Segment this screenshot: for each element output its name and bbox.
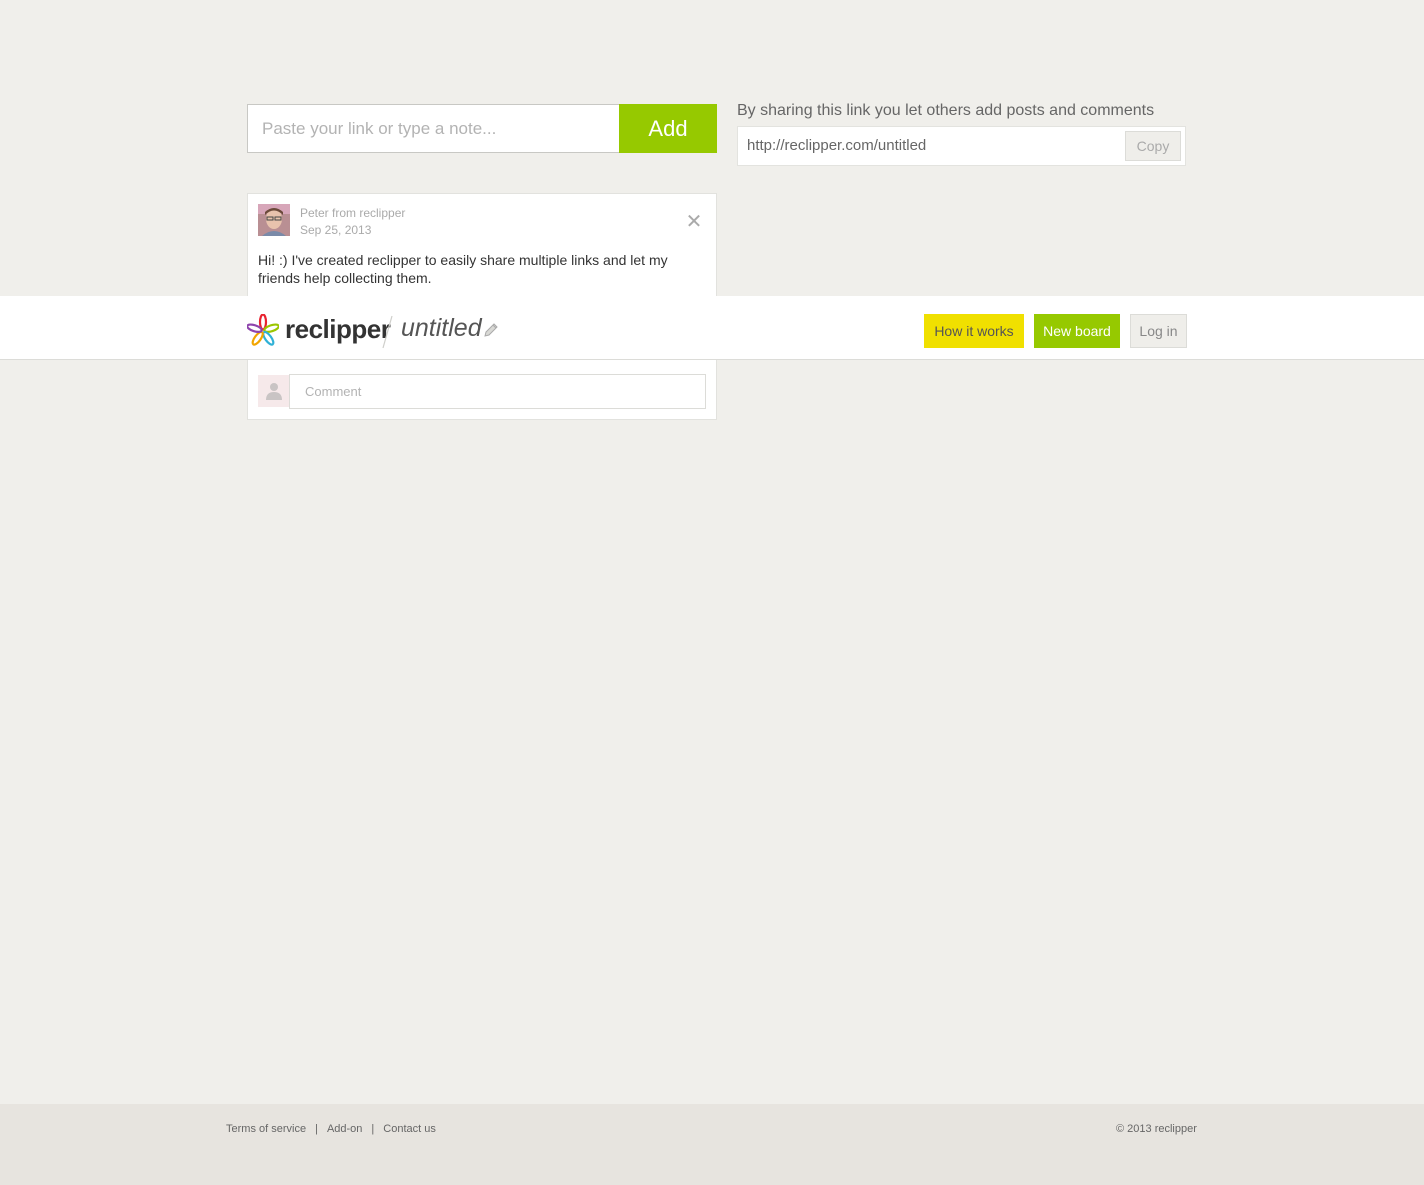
- footer-separator: |: [371, 1123, 375, 1135]
- footer-links: Terms of service | Add-on | Contact us: [226, 1123, 436, 1135]
- comment-input[interactable]: [289, 374, 706, 409]
- pencil-icon[interactable]: [483, 322, 499, 338]
- add-button[interactable]: Add: [619, 104, 717, 153]
- top-bar: [0, 296, 1424, 360]
- copy-button[interactable]: Copy: [1125, 131, 1181, 161]
- close-icon[interactable]: ✕: [685, 212, 703, 232]
- user-placeholder-icon: [258, 375, 290, 407]
- reclipper-logo-icon[interactable]: [246, 313, 280, 346]
- board-title[interactable]: untitled: [401, 314, 482, 343]
- breadcrumb-divider: [380, 314, 394, 350]
- share-url[interactable]: http://reclipper.com/untitled: [747, 137, 926, 154]
- copyright: © 2013 reclipper: [1116, 1123, 1197, 1135]
- post-body: Hi! :) I've created reclipper to easily …: [258, 252, 668, 286]
- footer-separator: |: [315, 1123, 318, 1135]
- contact-link[interactable]: Contact us: [383, 1123, 436, 1135]
- share-description: By sharing this link you let others add …: [737, 102, 1155, 119]
- new-board-button[interactable]: New board: [1034, 314, 1120, 348]
- how-it-works-button[interactable]: How it works: [924, 314, 1024, 348]
- author-avatar: [258, 204, 290, 236]
- post-date: Sep 25, 2013: [300, 223, 372, 237]
- link-note-input[interactable]: [247, 104, 620, 153]
- footer: [0, 1104, 1424, 1185]
- addon-link[interactable]: Add-on: [327, 1123, 362, 1135]
- terms-link[interactable]: Terms of service: [226, 1123, 306, 1135]
- logo-text[interactable]: reclipper: [285, 314, 391, 345]
- post-author[interactable]: Peter from reclipper: [300, 206, 405, 220]
- login-button[interactable]: Log in: [1130, 314, 1187, 348]
